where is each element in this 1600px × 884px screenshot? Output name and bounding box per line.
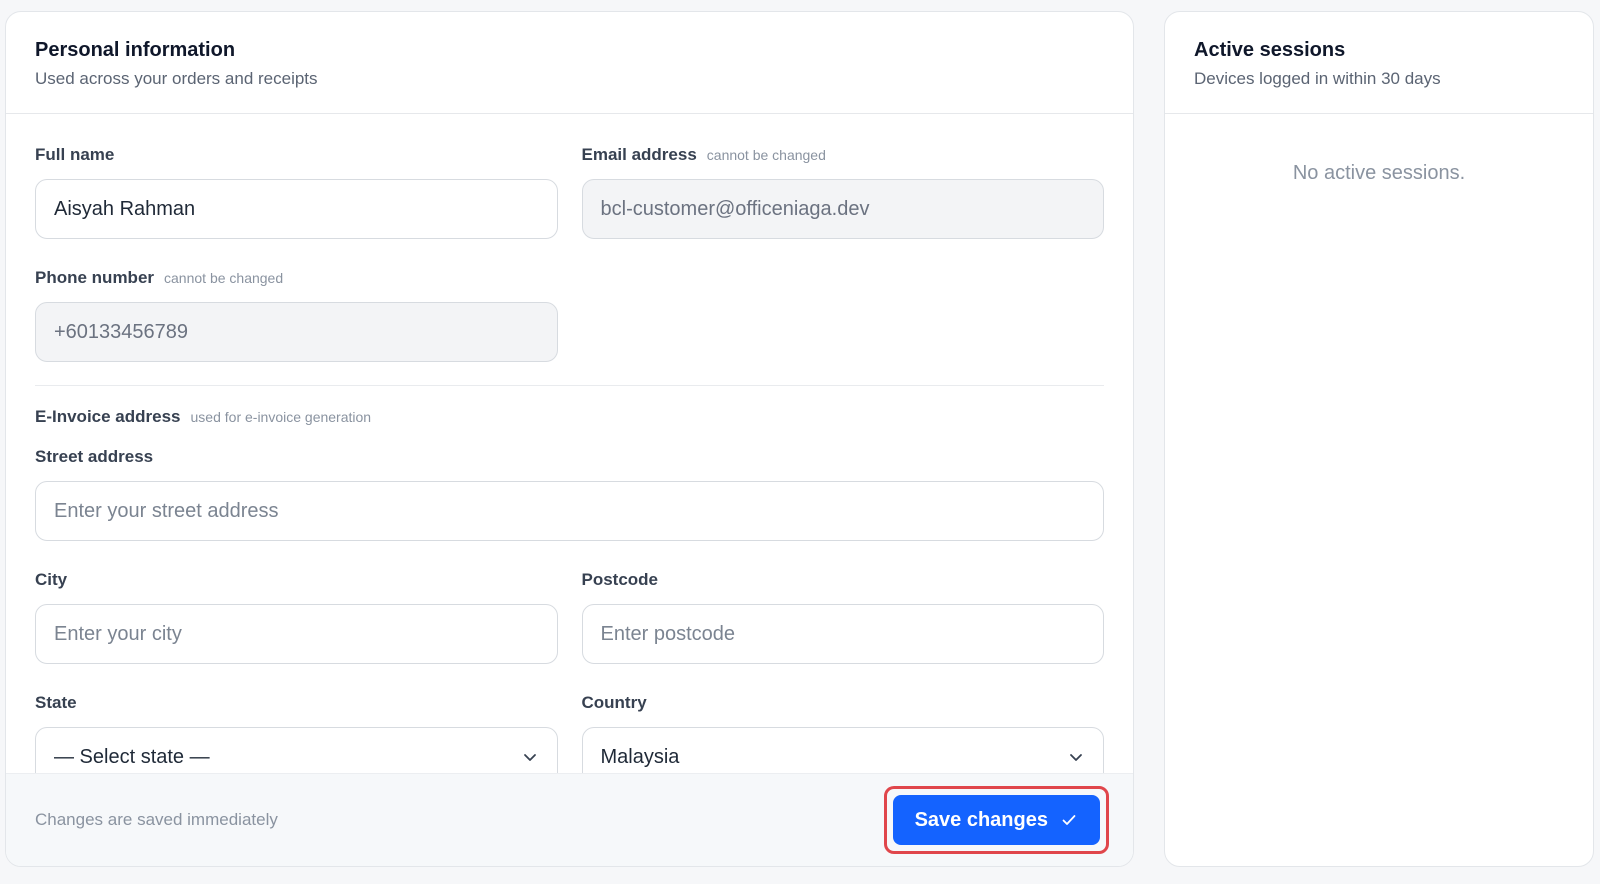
form-footer: Changes are saved immediately Save chang…	[6, 773, 1133, 866]
einvoice-section-heading: E-Invoice address used for e-invoice gen…	[35, 407, 1104, 431]
section-label: E-Invoice address	[35, 407, 181, 426]
section-divider	[35, 385, 1104, 386]
full-name-field: Full name Aisyah Rahman	[35, 145, 558, 239]
full-name-input[interactable]: Aisyah Rahman	[35, 179, 558, 239]
active-sessions-card: Active sessions Devices logged in within…	[1164, 11, 1594, 867]
chevron-down-icon	[523, 754, 536, 761]
email-field: Email address cannot be changed bcl-cust…	[581, 145, 1104, 239]
street-address-input[interactable]: Enter your street address	[35, 481, 1104, 541]
input-value: bcl-customer@officeniaga.dev	[600, 197, 870, 220]
input-placeholder: Enter postcode	[600, 622, 736, 645]
field-label: Email address	[581, 145, 697, 164]
phone-input: +60133456789	[35, 302, 558, 362]
card-title: Active sessions	[1194, 39, 1346, 61]
personal-form: Full name Aisyah Rahman Email address ca…	[35, 114, 1104, 787]
save-changes-button[interactable]: Save changes	[892, 795, 1100, 845]
field-label: State	[35, 693, 77, 712]
chevron-down-icon	[1070, 754, 1082, 761]
check-icon	[1062, 815, 1076, 825]
city-input[interactable]: Enter your city	[35, 604, 558, 664]
email-input: bcl-customer@officeniaga.dev	[581, 179, 1104, 239]
field-label: City	[35, 570, 68, 589]
street-field: Street address Enter your street address	[35, 447, 1104, 541]
input-placeholder: Enter your street address	[54, 499, 279, 522]
personal-information-card: Personal information Used across your or…	[5, 11, 1134, 867]
field-label: Street address	[35, 447, 154, 466]
sessions-empty-state: No active sessions.	[1292, 162, 1466, 184]
card-subtitle: Devices logged in within 30 days	[1194, 69, 1441, 88]
field-hint: cannot be changed	[706, 147, 826, 163]
field-hint: cannot be changed	[164, 270, 284, 286]
card-subtitle: Used across your orders and receipts	[35, 69, 318, 88]
section-hint: used for e-invoice generation	[190, 409, 372, 425]
field-label: Phone number	[35, 268, 155, 287]
field-label: Postcode	[581, 570, 659, 589]
field-label: Full name	[35, 145, 115, 164]
field-label: Country	[581, 693, 647, 712]
input-placeholder: Enter your city	[54, 622, 182, 645]
save-button-highlight: Save changes	[883, 786, 1109, 854]
footer-note: Changes are saved immediately	[35, 810, 278, 829]
postcode-field: Postcode Enter postcode	[581, 570, 1104, 664]
select-value: Malaysia	[600, 745, 680, 768]
card-title: Personal information	[35, 39, 236, 61]
select-value: — Select state —	[54, 745, 210, 768]
input-value: Aisyah Rahman	[54, 197, 196, 220]
city-field: City Enter your city	[35, 570, 558, 664]
save-button-label: Save changes	[914, 808, 1048, 831]
input-value: +60133456789	[54, 320, 189, 343]
phone-field: Phone number cannot be changed +60133456…	[35, 268, 558, 362]
active-sessions-header: Active sessions Devices logged in within…	[1165, 12, 1593, 114]
postcode-input[interactable]: Enter postcode	[581, 604, 1104, 664]
personal-information-header: Personal information Used across your or…	[6, 12, 1133, 114]
